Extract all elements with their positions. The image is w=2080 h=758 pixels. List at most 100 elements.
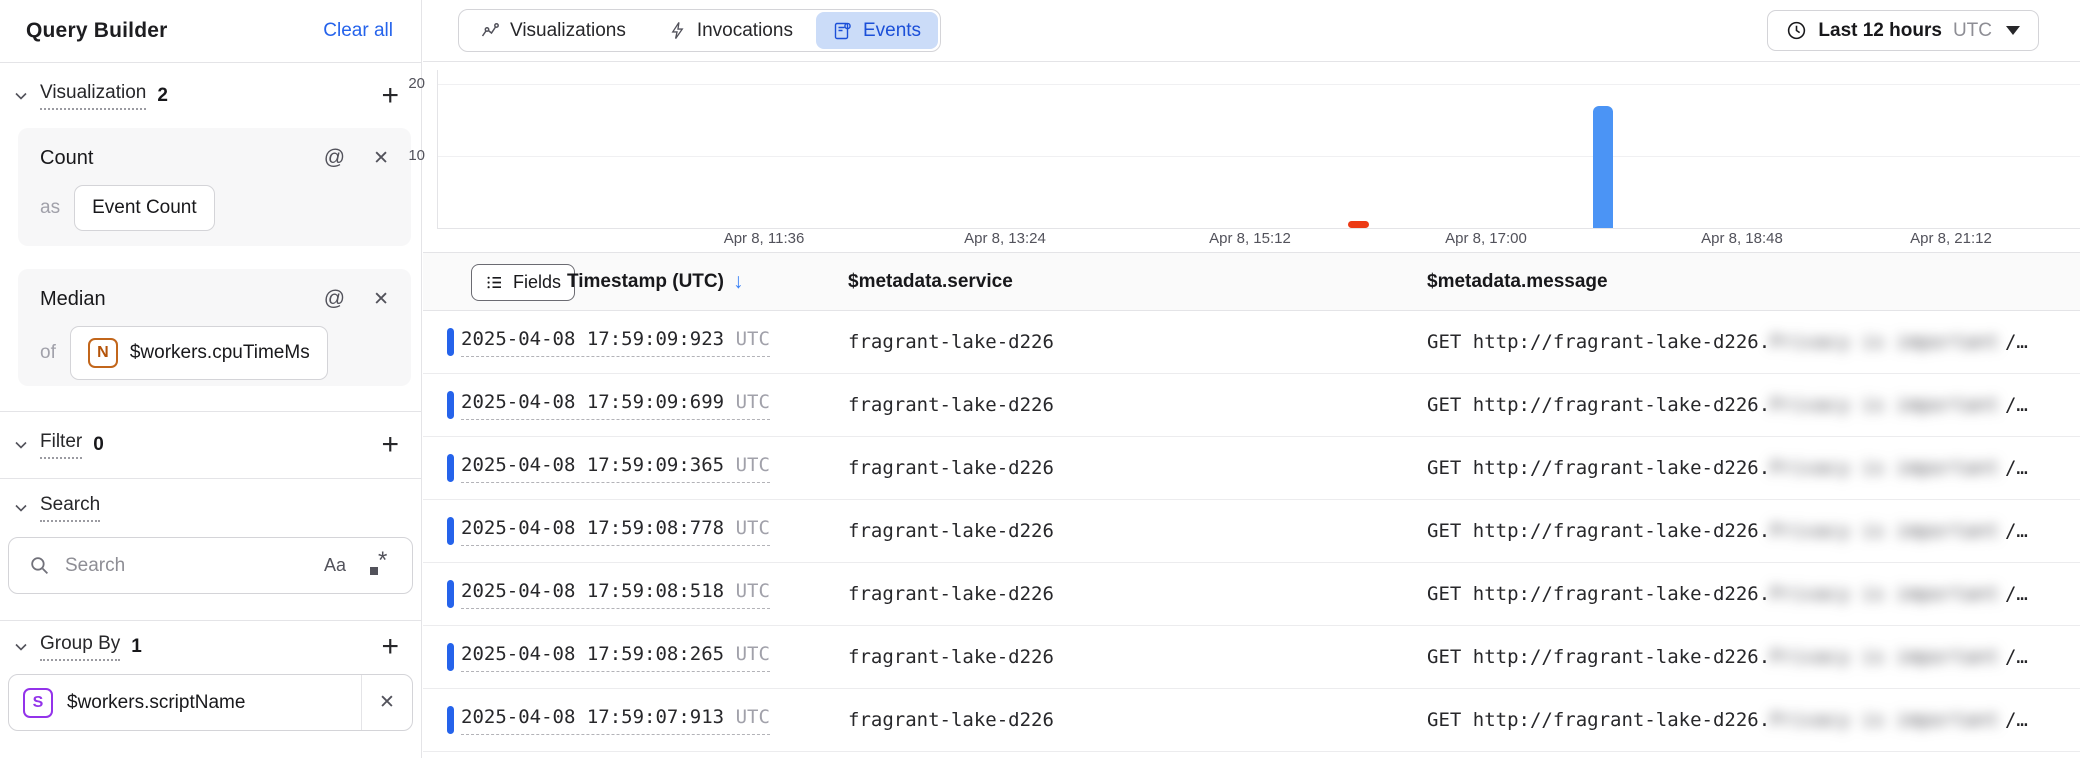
y-axis-line	[437, 70, 438, 228]
time-range-label: Last 12 hours	[1818, 20, 1942, 42]
string-type-badge: S	[23, 688, 53, 718]
sort-descending-icon[interactable]: ↓	[733, 270, 744, 294]
timestamp-cell[interactable]: 2025-04-08 17:59:09:699 UTC	[461, 391, 770, 420]
card-title: Count	[40, 147, 324, 170]
timestamp-cell[interactable]: 2025-04-08 17:59:08:518 UTC	[461, 580, 770, 609]
timestamp-cell[interactable]: 2025-04-08 17:59:07:913 UTC	[461, 706, 770, 735]
x-tick-label: Apr 8, 13:24	[935, 230, 1075, 247]
column-header-message[interactable]: $metadata.message	[1427, 253, 1608, 310]
message-cell: GET http://fragrant-lake-d226.Privacy is…	[1427, 583, 2028, 605]
field-value: Event Count	[92, 197, 197, 219]
table-row[interactable]: 2025-04-08 17:59:08:518 UTC fragrant-lak…	[423, 563, 2080, 626]
as-label: as	[40, 197, 60, 219]
caret-down-icon	[2006, 26, 2020, 35]
events-table-body: 2025-04-08 17:59:09:923 UTC fragrant-lak…	[423, 311, 2080, 758]
time-range-timezone: UTC	[1953, 20, 1992, 42]
visualization-count: 2	[157, 85, 168, 107]
query-builder-sidebar: Query Builder Clear all Visualization 2 …	[0, 0, 422, 758]
tab-label: Visualizations	[510, 20, 626, 42]
at-mention-icon[interactable]: @	[324, 146, 345, 170]
match-case-icon[interactable]: Aa	[324, 555, 346, 576]
search-icon	[29, 555, 50, 576]
redacted-text: Privacy is important	[1770, 709, 1999, 731]
row-accent-bar	[447, 517, 454, 545]
tab-events[interactable]: Events	[816, 12, 938, 49]
add-filter-button[interactable]: +	[381, 430, 399, 460]
fields-button-label: Fields	[513, 272, 561, 293]
clock-icon	[1786, 20, 1807, 41]
x-tick-label: Apr 8, 21:12	[1881, 230, 2021, 247]
row-accent-bar	[447, 328, 454, 356]
numeric-type-badge: N	[88, 338, 118, 368]
column-header-service[interactable]: $metadata.service	[848, 253, 1013, 310]
sidebar-header: Query Builder Clear all	[0, 0, 421, 63]
field-value: $workers.cpuTimeMs	[130, 342, 310, 364]
filter-section-label[interactable]: Filter	[40, 431, 82, 459]
chart-bar-blue[interactable]	[1593, 106, 1613, 228]
table-row[interactable]: 2025-04-08 17:59:09:923 UTC fragrant-lak…	[423, 311, 2080, 374]
group-by-section-label[interactable]: Group By	[40, 633, 120, 661]
clear-all-link[interactable]: Clear all	[323, 20, 393, 42]
message-cell: GET http://fragrant-lake-d226.Privacy is…	[1427, 331, 2028, 353]
close-icon[interactable]: ✕	[373, 288, 389, 311]
gridline-20	[438, 84, 2080, 85]
row-accent-bar	[447, 391, 454, 419]
chevron-down-icon[interactable]	[12, 638, 30, 656]
redacted-text: Privacy is important	[1770, 520, 1999, 542]
y-tick-label: 20	[365, 75, 425, 92]
table-row[interactable]: 2025-04-08 17:59:08:265 UTC fragrant-lak…	[423, 626, 2080, 689]
chevron-down-icon[interactable]	[12, 499, 30, 517]
table-row[interactable]: 2025-04-08 17:59:08:778 UTC fragrant-lak…	[423, 500, 2080, 563]
events-document-icon	[833, 21, 853, 41]
filter-count: 0	[93, 434, 104, 456]
visualization-card-median: Median @ ✕ of N $workers.cpuTimeMs	[18, 269, 411, 386]
row-accent-bar	[447, 706, 454, 734]
tab-label: Events	[863, 20, 921, 42]
column-header-timestamp[interactable]: Timestamp (UTC) ↓	[567, 253, 743, 310]
tab-visualizations[interactable]: Visualizations	[459, 10, 647, 51]
service-cell: fragrant-lake-d226	[848, 331, 1054, 353]
group-by-count: 1	[131, 636, 142, 658]
group-by-section-header: Group By 1 +	[0, 621, 421, 673]
chart-bar-red[interactable]	[1348, 221, 1369, 228]
search-input[interactable]	[63, 554, 324, 578]
remove-group-by-icon[interactable]: ✕	[362, 691, 412, 714]
at-mention-icon[interactable]: @	[324, 287, 345, 311]
time-range-selector[interactable]: Last 12 hours UTC	[1767, 10, 2039, 51]
y-tick-label: 10	[365, 147, 425, 164]
x-tick-label: Apr 8, 15:12	[1180, 230, 1320, 247]
table-row[interactable]: 2025-04-08 17:59:07:913 UTC fragrant-lak…	[423, 689, 2080, 752]
add-group-by-button[interactable]: +	[381, 632, 399, 662]
timestamp-cell[interactable]: 2025-04-08 17:59:09:365 UTC	[461, 454, 770, 483]
visualization-section-label[interactable]: Visualization	[40, 82, 146, 110]
service-cell: fragrant-lake-d226	[848, 520, 1054, 542]
message-cell: GET http://fragrant-lake-d226.Privacy is…	[1427, 394, 2028, 416]
timestamp-cell[interactable]: 2025-04-08 17:59:09:923 UTC	[461, 328, 770, 357]
event-count-field-button[interactable]: Event Count	[74, 185, 215, 231]
search-box: Aa *	[8, 537, 413, 594]
redacted-text: Privacy is important	[1770, 646, 1999, 668]
cpu-time-field-button[interactable]: N $workers.cpuTimeMs	[70, 326, 328, 380]
fields-button[interactable]: Fields	[471, 264, 575, 301]
row-accent-bar	[447, 454, 454, 482]
tab-invocations[interactable]: Invocations	[647, 10, 814, 51]
page-title: Query Builder	[26, 19, 167, 43]
service-cell: fragrant-lake-d226	[848, 709, 1054, 731]
group-by-field-value: $workers.scriptName	[67, 692, 361, 714]
redacted-text: Privacy is important	[1770, 583, 1999, 605]
table-row[interactable]: 2025-04-08 17:59:09:365 UTC fragrant-lak…	[423, 437, 2080, 500]
timestamp-cell[interactable]: 2025-04-08 17:59:08:265 UTC	[461, 643, 770, 672]
chevron-down-icon[interactable]	[12, 436, 30, 454]
service-cell: fragrant-lake-d226	[848, 457, 1054, 479]
x-tick-label: Apr 8, 18:48	[1672, 230, 1812, 247]
timestamp-cell[interactable]: 2025-04-08 17:59:08:778 UTC	[461, 517, 770, 546]
message-cell: GET http://fragrant-lake-d226.Privacy is…	[1427, 520, 2028, 542]
search-section-label[interactable]: Search	[40, 494, 100, 522]
table-row[interactable]: 2025-04-08 17:59:09:699 UTC fragrant-lak…	[423, 374, 2080, 437]
group-by-item[interactable]: S $workers.scriptName ✕	[8, 674, 413, 731]
chevron-down-icon[interactable]	[12, 87, 30, 105]
message-cell: GET http://fragrant-lake-d226.Privacy is…	[1427, 709, 2028, 731]
redacted-text: Privacy is important	[1770, 394, 1999, 416]
events-table-header: Fields Timestamp (UTC) ↓ $metadata.servi…	[423, 252, 2080, 311]
regex-icon[interactable]: *	[370, 555, 392, 577]
